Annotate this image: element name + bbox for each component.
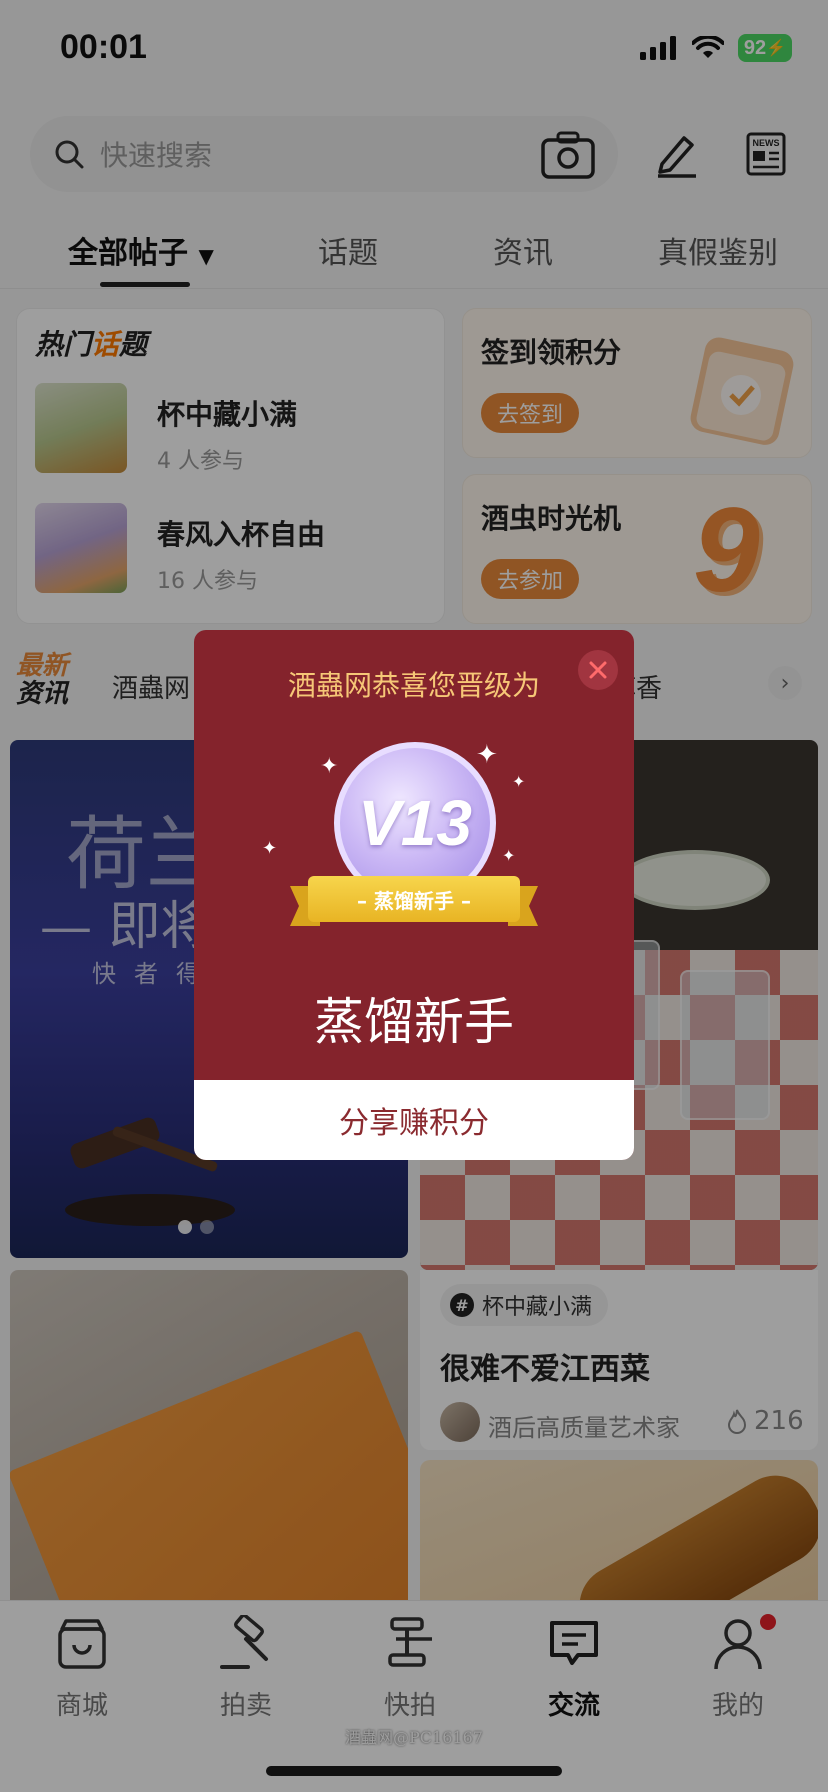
medal-level: V13 bbox=[358, 787, 472, 859]
sparkle-icon: ✦ bbox=[502, 846, 516, 865]
close-icon bbox=[589, 661, 607, 679]
sparkle-icon: ✦ bbox=[476, 740, 498, 770]
sparkle-icon: ✦ bbox=[262, 838, 278, 859]
sparkle-icon: ✦ bbox=[320, 754, 339, 779]
modal-level-name: 蒸馏新手 bbox=[314, 993, 514, 1051]
close-button[interactable] bbox=[578, 650, 618, 690]
sparkle-icon: ✦ bbox=[512, 772, 526, 791]
level-ribbon: – 蒸馏新手 – bbox=[308, 876, 520, 922]
home-indicator[interactable] bbox=[266, 1766, 562, 1776]
share-button[interactable]: 分享赚积分 bbox=[194, 1080, 634, 1160]
modal-headline: 酒蟲网恭喜您晋级为 bbox=[287, 669, 540, 702]
level-up-modal: 酒蟲网恭喜您晋级为 ✦ ✦ ✦ ✦ ✦ V13 – 蒸馏新手 – 蒸馏新手 分享… bbox=[194, 630, 634, 1160]
